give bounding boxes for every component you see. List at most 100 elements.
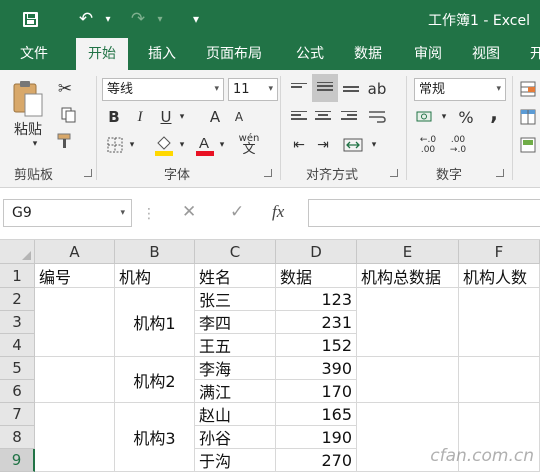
number-launcher-icon[interactable] [496, 169, 504, 177]
id-cell-group-2[interactable] [35, 357, 115, 403]
header-cell-name[interactable]: 姓名 [195, 264, 276, 288]
org-merged-cell-2[interactable]: 机构2 [115, 357, 195, 403]
tab-formulas[interactable]: 公式 [284, 38, 336, 70]
comma-style-button[interactable]: , [484, 101, 504, 125]
header-cell-org-total[interactable]: 机构总数据 [357, 264, 459, 288]
tab-review[interactable]: 审阅 [402, 38, 454, 70]
id-cell-group-3[interactable] [35, 403, 115, 472]
row-header-9[interactable]: 9 [0, 449, 35, 472]
font-launcher-icon[interactable] [264, 169, 272, 177]
column-header-e[interactable]: E [357, 240, 459, 264]
column-header-a[interactable]: A [35, 240, 115, 264]
org-merged-cell-3[interactable]: 机构3 [115, 403, 195, 472]
phonetic-guide-icon[interactable]: wén 文 [236, 130, 262, 158]
row-header-4[interactable]: 4 [0, 334, 35, 357]
column-header-d[interactable]: D [276, 240, 357, 264]
name-cell[interactable]: 李四 [195, 311, 276, 334]
header-cell-data[interactable]: 数据 [276, 264, 357, 288]
redo-dropdown-icon[interactable]: ▾ [148, 7, 172, 31]
align-right-icon[interactable] [338, 106, 360, 128]
underline-button[interactable]: U [156, 106, 176, 128]
borders-dropdown-icon[interactable]: ▾ [126, 134, 138, 156]
value-cell[interactable]: 123 [276, 288, 357, 311]
increase-indent-icon[interactable]: ⇥ [312, 134, 334, 156]
italic-button[interactable]: I [130, 106, 150, 128]
paste-button-label[interactable]: 粘贴 [10, 120, 46, 138]
format-painter-icon[interactable] [54, 130, 76, 152]
header-cell-id[interactable]: 编号 [35, 264, 115, 288]
bold-button[interactable]: B [104, 106, 124, 128]
decrease-indent-icon[interactable]: ⇤ [288, 134, 310, 156]
tab-developer[interactable]: 开 [518, 38, 540, 70]
orientation-icon[interactable]: ab [366, 78, 388, 100]
tab-view[interactable]: 视图 [460, 38, 512, 70]
copy-icon[interactable] [54, 104, 84, 126]
fill-color-icon[interactable] [152, 132, 176, 158]
enter-icon[interactable]: ✓ [230, 202, 244, 222]
align-bottom-icon[interactable] [340, 78, 362, 100]
tab-page-layout[interactable]: 页面布局 [194, 38, 274, 70]
undo-icon[interactable]: ↶ [74, 7, 98, 31]
customize-qat-icon[interactable]: ▾ [184, 7, 208, 31]
clipboard-launcher-icon[interactable] [84, 169, 92, 177]
format-as-table-icon[interactable] [518, 106, 538, 128]
name-cell[interactable]: 满江 [195, 380, 276, 403]
row-header-8[interactable]: 8 [0, 426, 35, 449]
conditional-formatting-icon[interactable] [518, 78, 538, 100]
cut-icon[interactable]: ✂ [54, 78, 76, 100]
shrink-font-button[interactable]: A [230, 106, 248, 128]
row-header-1[interactable]: 1 [0, 264, 35, 288]
font-color-icon[interactable]: A [194, 132, 216, 158]
tab-data[interactable]: 数据 [342, 38, 394, 70]
value-cell[interactable]: 190 [276, 426, 357, 449]
header-cell-org-count[interactable]: 机构人数 [459, 264, 540, 288]
merge-center-icon[interactable] [340, 134, 366, 156]
paste-dropdown-icon[interactable]: ▾ [28, 138, 42, 150]
font-name-select[interactable]: 等线 ▾ [102, 78, 224, 101]
value-cell[interactable]: 270 [276, 449, 357, 472]
org-count-cell-1[interactable] [459, 288, 540, 357]
row-header-2[interactable]: 2 [0, 288, 35, 311]
fill-color-dropdown-icon[interactable]: ▾ [176, 134, 188, 156]
header-cell-org[interactable]: 机构 [115, 264, 195, 288]
value-cell[interactable]: 170 [276, 380, 357, 403]
tab-file[interactable]: 文件 [8, 38, 60, 70]
tab-insert[interactable]: 插入 [136, 38, 188, 70]
id-cell-group-1[interactable] [35, 288, 115, 357]
name-cell[interactable]: 于沟 [195, 449, 276, 472]
accounting-format-icon[interactable] [414, 106, 438, 128]
increase-decimal-icon[interactable]: ←.0.00 [414, 132, 442, 158]
cancel-icon[interactable]: ✕ [182, 202, 196, 222]
save-icon[interactable] [18, 7, 42, 31]
row-header-5[interactable]: 5 [0, 357, 35, 380]
align-top-icon[interactable] [288, 78, 310, 100]
align-left-icon[interactable] [288, 106, 310, 128]
grow-font-button[interactable]: A [206, 106, 224, 128]
align-center-icon[interactable] [312, 106, 334, 128]
org-count-cell-2[interactable] [459, 357, 540, 403]
column-header-b[interactable]: B [115, 240, 195, 264]
name-cell[interactable]: 李海 [195, 357, 276, 380]
row-header-7[interactable]: 7 [0, 403, 35, 426]
cell-styles-icon[interactable] [518, 134, 538, 156]
value-cell[interactable]: 165 [276, 403, 357, 426]
name-cell[interactable]: 王五 [195, 334, 276, 357]
align-middle-icon[interactable] [312, 74, 338, 102]
name-cell[interactable]: 孙谷 [195, 426, 276, 449]
column-header-c[interactable]: C [195, 240, 276, 264]
name-cell[interactable]: 张三 [195, 288, 276, 311]
value-cell[interactable]: 231 [276, 311, 357, 334]
org-total-cell-2[interactable] [357, 357, 459, 403]
number-format-select[interactable]: 常规 ▾ [414, 78, 506, 101]
font-size-select[interactable]: 11 ▾ [228, 78, 278, 101]
wrap-text-icon[interactable] [366, 106, 388, 128]
select-all-button[interactable] [0, 240, 35, 264]
tab-home[interactable]: 开始 [76, 38, 128, 70]
row-header-3[interactable]: 3 [0, 311, 35, 334]
undo-dropdown-icon[interactable]: ▾ [96, 7, 120, 31]
alignment-launcher-icon[interactable] [390, 169, 398, 177]
font-color-dropdown-icon[interactable]: ▾ [216, 134, 228, 156]
column-header-f[interactable]: F [459, 240, 540, 264]
percent-style-button[interactable]: % [456, 106, 476, 128]
insert-function-icon[interactable]: fx [272, 202, 284, 222]
